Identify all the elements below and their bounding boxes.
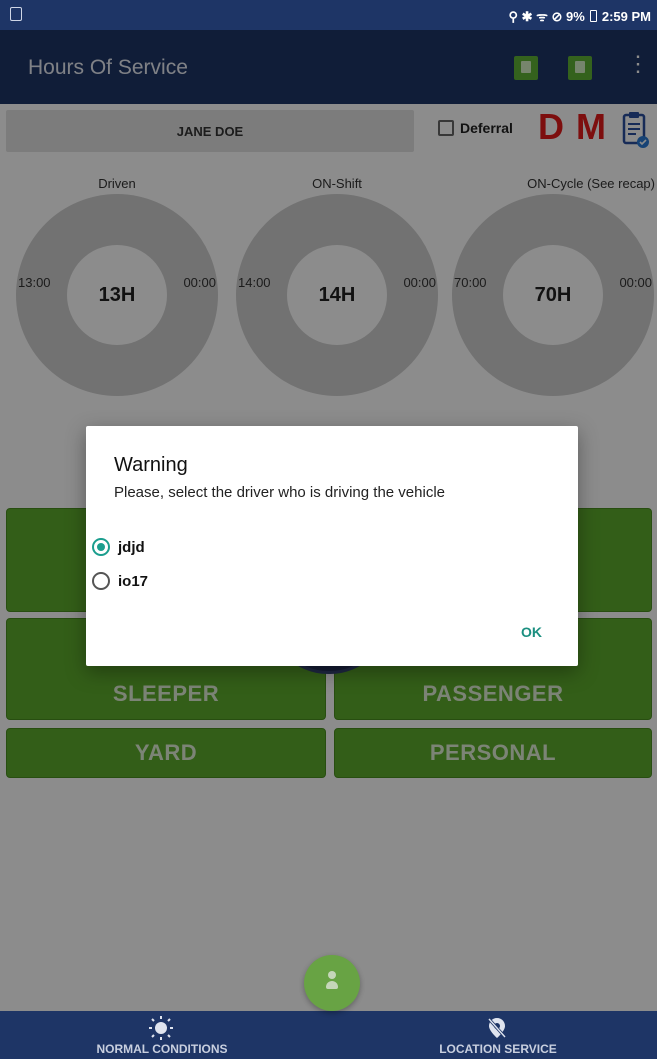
location-service-label: LOCATION SERVICE — [439, 1042, 557, 1056]
normal-conditions-label: NORMAL CONDITIONS — [96, 1042, 228, 1056]
battery-icon — [589, 10, 597, 22]
driver-fab[interactable] — [304, 955, 360, 1011]
location-service-tab[interactable]: LOCATION SERVICE — [388, 1011, 608, 1059]
sun-icon — [149, 1016, 173, 1040]
ok-button[interactable]: OK — [521, 624, 542, 640]
dialog-title: Warning — [114, 454, 188, 476]
status-icons: ⚲ ✱ ᯤ ⊘ 9% — [508, 9, 585, 24]
driver-option[interactable]: io17 — [92, 572, 148, 590]
person-icon — [326, 971, 338, 993]
driver-option[interactable]: jdjd — [92, 538, 145, 556]
status-indicators: ⚲ ✱ ᯤ ⊘ 9% 2:59 PM — [508, 7, 651, 25]
notification-icon — [10, 7, 22, 21]
clock: 2:59 PM — [601, 8, 651, 24]
bottom-nav: NORMAL CONDITIONS LOCATION SERVICE — [0, 1011, 657, 1059]
radio-selected[interactable] — [92, 538, 110, 556]
warning-dialog: Warning Please, select the driver who is… — [86, 426, 578, 666]
location-off-icon — [487, 1018, 507, 1038]
driver-option-label: jdjd — [118, 538, 145, 556]
status-bar: ⚲ ✱ ᯤ ⊘ 9% 2:59 PM — [0, 0, 657, 30]
dialog-message: Please, select the driver who is driving… — [114, 484, 445, 501]
driver-option-label: io17 — [118, 572, 149, 590]
normal-conditions-tab[interactable]: NORMAL CONDITIONS — [52, 1011, 272, 1059]
radio-unselected[interactable] — [92, 572, 110, 590]
